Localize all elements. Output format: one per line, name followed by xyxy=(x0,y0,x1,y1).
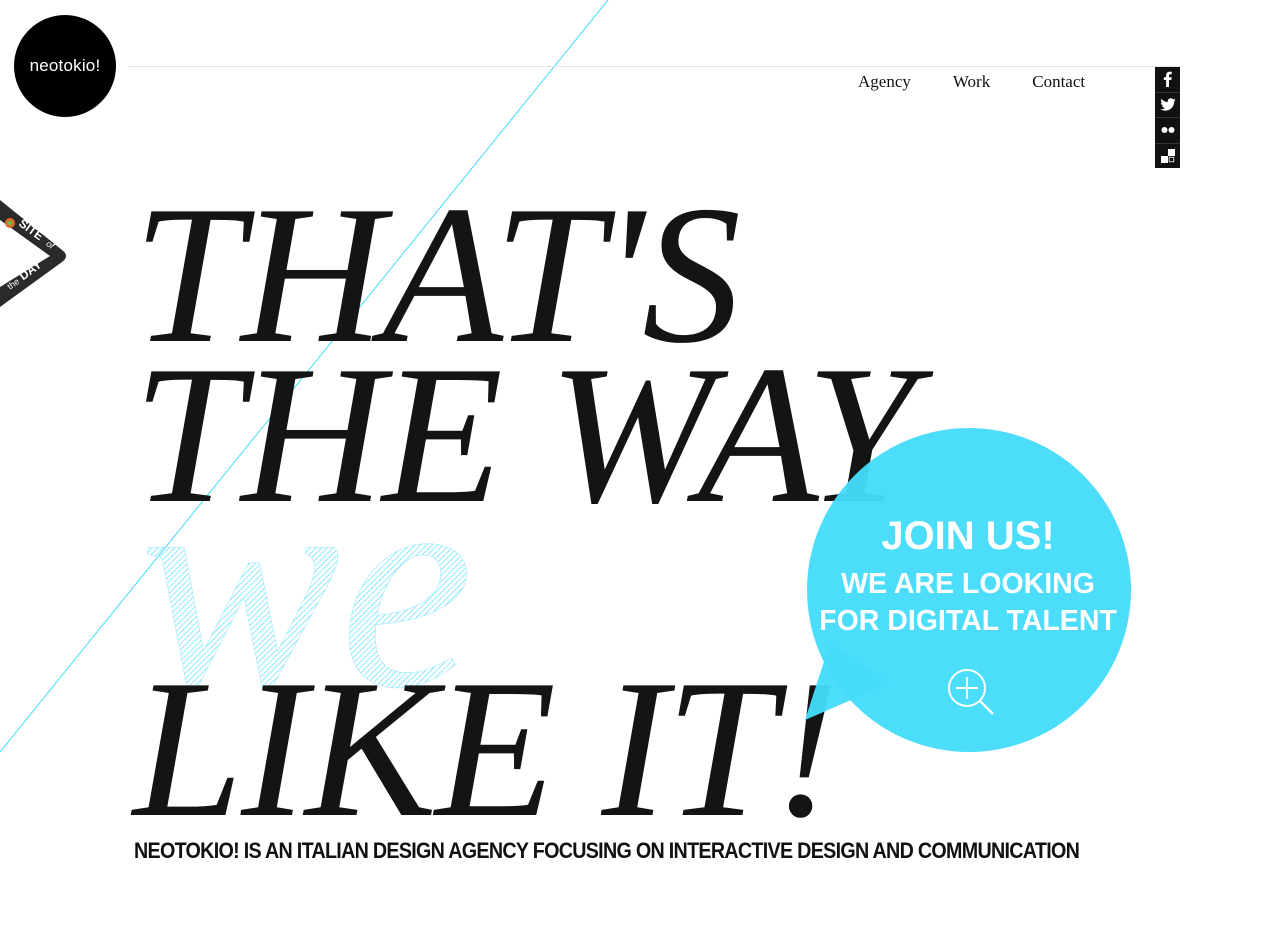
join-us-line-1: WE ARE LOOKING xyxy=(841,568,1095,600)
facebook-icon xyxy=(1163,72,1172,88)
flickr-icon xyxy=(1161,127,1174,134)
facebook-link[interactable] xyxy=(1155,67,1180,93)
twitter-icon xyxy=(1160,98,1175,111)
main-nav: Agency Work Contact xyxy=(858,72,1085,92)
delicious-link[interactable] xyxy=(1155,144,1180,169)
join-us-line-2: FOR DIGITAL TALENT xyxy=(819,605,1117,637)
social-links xyxy=(1155,67,1180,168)
logo-text: neotokio! xyxy=(29,56,101,75)
headline-line-3: LIKE IT! xyxy=(133,639,840,858)
logo[interactable]: neotokio! xyxy=(14,15,116,117)
page: neotokio! Agency Work Contact SITE of th… xyxy=(0,0,1265,949)
nav-agency[interactable]: Agency xyxy=(858,72,911,92)
nav-contact[interactable]: Contact xyxy=(1032,72,1085,92)
join-us-title: JOIN US! xyxy=(881,514,1055,558)
nav-work[interactable]: Work xyxy=(953,72,990,92)
join-us-bubble[interactable]: JOIN US! WE ARE LOOKING FOR DIGITAL TALE… xyxy=(790,428,1135,758)
agency-tagline: NEOTOKIO! IS AN ITALIAN DESIGN AGENCY FO… xyxy=(134,838,1080,863)
twitter-link[interactable] xyxy=(1155,93,1180,118)
zoom-in-icon[interactable] xyxy=(945,666,997,718)
header-divider xyxy=(128,66,1180,67)
delicious-icon xyxy=(1160,148,1175,163)
flickr-link[interactable] xyxy=(1155,118,1180,144)
site-of-the-day-badge[interactable]: SITE of the DAY xyxy=(0,195,75,310)
